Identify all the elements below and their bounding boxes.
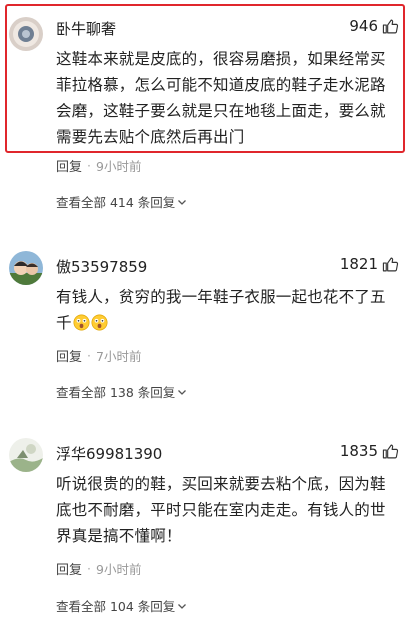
like-button[interactable]: 946	[349, 17, 399, 35]
surprised-emoji	[73, 314, 90, 331]
like-count: 1821	[339, 255, 378, 273]
separator-dot: ·	[87, 158, 91, 173]
timestamp: 9小时前	[96, 562, 142, 577]
separator-dot: ·	[87, 561, 91, 576]
username[interactable]: 浮华69981390	[56, 443, 162, 464]
avatar[interactable]	[9, 251, 43, 285]
separator-dot: ·	[87, 348, 91, 363]
comment-meta: 回复 · 9小时前	[56, 156, 141, 175]
chevron-down-icon	[178, 603, 187, 609]
avatar[interactable]	[9, 438, 43, 472]
comment-text: 这鞋本来就是皮底的，很容易磨损，如果经常买菲拉格慕，怎么可能不知道皮底的鞋子走水…	[56, 50, 386, 146]
username[interactable]: 卧牛聊奢	[56, 18, 116, 39]
view-all-replies-link[interactable]: 查看全部 104 条回复	[56, 596, 187, 615]
reply-button[interactable]: 回复	[56, 346, 82, 365]
view-all-replies-link[interactable]: 查看全部 138 条回复	[56, 382, 187, 401]
reply-button[interactable]: 回复	[56, 559, 82, 578]
view-all-label: 查看全部 104 条回复	[56, 599, 176, 614]
view-all-replies-link[interactable]: 查看全部 414 条回复	[56, 192, 187, 211]
view-all-label: 查看全部 414 条回复	[56, 195, 176, 210]
avatar[interactable]	[9, 17, 43, 51]
comment-meta: 回复 · 7小时前	[56, 346, 141, 365]
like-button[interactable]: 1835	[340, 442, 399, 460]
timestamp: 9小时前	[96, 159, 142, 174]
like-thumb-icon	[382, 19, 399, 33]
username[interactable]: 傲53597859	[56, 256, 147, 277]
comment-meta: 回复 · 9小时前	[56, 559, 141, 578]
comment-text: 有钱人，贫穷的我一年鞋子衣服一起也花不了五千	[56, 284, 401, 336]
comment-text: 听说很贵的的鞋，买回来就要去粘个底，因为鞋底也不耐磨，平时只能在室内走走。有钱人…	[56, 475, 386, 545]
like-count: 946	[349, 17, 378, 35]
view-all-label: 查看全部 138 条回复	[56, 385, 176, 400]
like-button[interactable]: 1821	[340, 255, 399, 273]
surprised-emoji	[91, 314, 108, 331]
like-thumb-icon	[382, 444, 399, 458]
chevron-down-icon	[178, 389, 187, 395]
like-count: 1835	[339, 442, 378, 460]
timestamp: 7小时前	[96, 349, 142, 364]
chevron-down-icon	[178, 199, 187, 205]
like-thumb-icon	[382, 257, 399, 271]
reply-button[interactable]: 回复	[56, 156, 82, 175]
